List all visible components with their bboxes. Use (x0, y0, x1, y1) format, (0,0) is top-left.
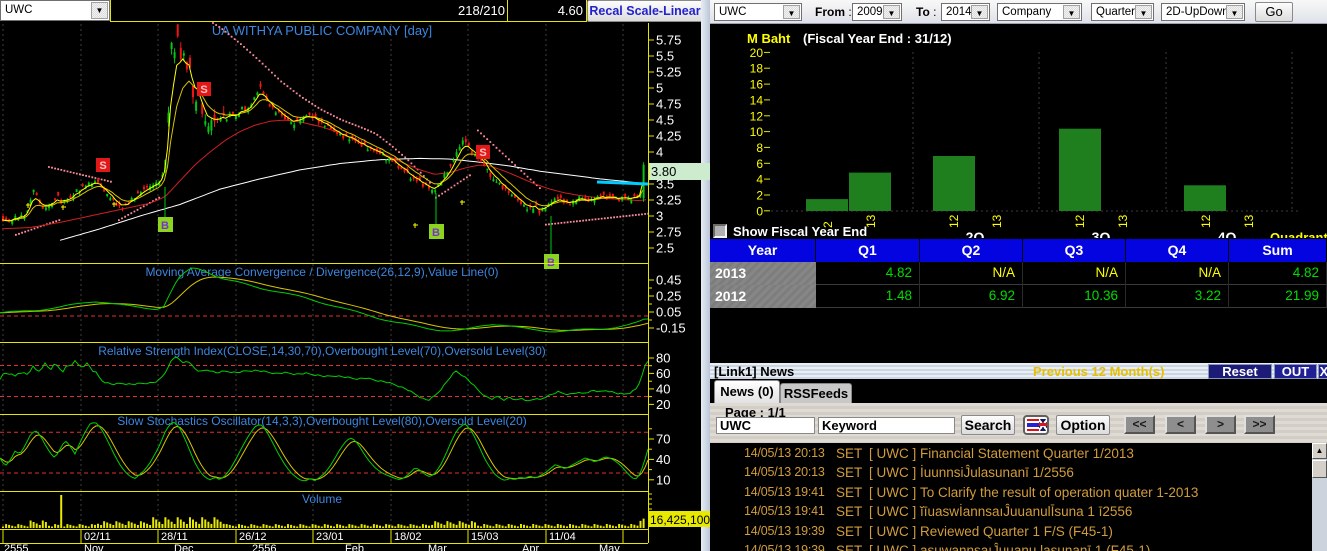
svg-text:0: 0 (756, 204, 763, 218)
svg-text:0.45: 0.45 (656, 273, 681, 288)
svg-text:S: S (479, 147, 486, 159)
svg-text:16: 16 (750, 78, 764, 92)
svg-text:20: 20 (656, 397, 670, 412)
svg-text:-0.15: -0.15 (656, 321, 686, 336)
svg-text:40: 40 (656, 381, 670, 396)
svg-text:(Fiscal Year End : 31/12): (Fiscal Year End : 31/12) (803, 31, 952, 46)
svg-text:15/03: 15/03 (471, 531, 499, 543)
svg-text:5.75: 5.75 (656, 33, 681, 48)
svg-text:B: B (161, 220, 169, 232)
svg-text:28/11: 28/11 (161, 531, 188, 543)
svg-text:4Q: 4Q (1218, 229, 1237, 238)
svg-text:12: 12 (1073, 214, 1087, 228)
svg-text:2Q: 2Q (966, 229, 985, 238)
svg-text:20: 20 (750, 46, 764, 60)
svg-text:Slow Stochastics Oscillator(14: Slow Stochastics Oscillator(14,3,3),Over… (117, 414, 527, 428)
svg-text:3.25: 3.25 (656, 193, 681, 208)
svg-text:Nov: Nov (84, 543, 104, 551)
svg-text:5: 5 (656, 81, 663, 96)
svg-text:4: 4 (656, 145, 663, 160)
svg-text:May: May (599, 543, 620, 551)
svg-text:10: 10 (656, 472, 670, 487)
svg-text:18: 18 (750, 62, 764, 76)
svg-text:6: 6 (756, 157, 763, 171)
svg-text:23/01: 23/01 (316, 531, 344, 543)
svg-text:4: 4 (756, 173, 763, 187)
svg-text:4.25: 4.25 (656, 129, 681, 144)
svg-text:Quadrant: Quadrant (1270, 230, 1327, 238)
svg-text:02/11: 02/11 (84, 531, 111, 543)
svg-text:13: 13 (1116, 214, 1130, 228)
svg-text:80: 80 (656, 351, 670, 366)
svg-text:10: 10 (750, 125, 764, 139)
svg-text:70: 70 (656, 432, 670, 447)
svg-text:5.25: 5.25 (656, 65, 681, 80)
svg-text:M Baht: M Baht (747, 31, 791, 46)
svg-text:0.25: 0.25 (656, 289, 681, 304)
svg-text:12: 12 (750, 109, 764, 123)
svg-text:60: 60 (656, 366, 670, 381)
svg-text:12: 12 (947, 214, 961, 228)
svg-text:5.5: 5.5 (656, 49, 674, 64)
svg-text:S: S (200, 84, 207, 96)
svg-text:11/04: 11/04 (549, 531, 576, 543)
svg-text:18/02: 18/02 (394, 531, 422, 543)
svg-text:40: 40 (656, 452, 670, 467)
svg-text:3Q: 3Q (1092, 229, 1111, 238)
svg-text:2556: 2556 (252, 543, 276, 551)
svg-text:S: S (99, 160, 106, 172)
svg-text:2555: 2555 (4, 543, 28, 551)
svg-text:Volume: Volume (302, 492, 342, 506)
svg-text:14: 14 (750, 93, 764, 107)
svg-text:Mar: Mar (428, 543, 447, 551)
svg-text:3.80: 3.80 (651, 164, 676, 179)
svg-text:13: 13 (1242, 214, 1256, 228)
svg-text:B: B (432, 227, 440, 239)
svg-text:Feb: Feb (345, 543, 364, 551)
svg-text:8: 8 (756, 141, 763, 155)
svg-text:Moving Average Convergence / D: Moving Average Convergence / Divergence(… (145, 265, 498, 279)
svg-text:UA WITHYA PUBLIC COMPANY [day]: UA WITHYA PUBLIC COMPANY [day] (212, 23, 432, 38)
svg-text:Dec: Dec (174, 543, 194, 551)
svg-text:2: 2 (756, 189, 763, 203)
svg-text:2.75: 2.75 (656, 225, 681, 240)
svg-text:26/12: 26/12 (239, 531, 267, 543)
svg-text:13: 13 (990, 214, 1004, 228)
svg-text:0.05: 0.05 (656, 305, 681, 320)
svg-text:Apr: Apr (522, 543, 539, 551)
svg-text:Relative Strength Index(CLOSE,: Relative Strength Index(CLOSE,14,30,70),… (98, 344, 546, 358)
svg-text:16,425,100: 16,425,100 (650, 513, 710, 527)
svg-text:2.5: 2.5 (656, 241, 674, 256)
svg-text:3: 3 (656, 209, 663, 224)
svg-text:4.75: 4.75 (656, 97, 681, 112)
svg-text:12: 12 (1199, 214, 1213, 228)
svg-text:4.5: 4.5 (656, 113, 674, 128)
